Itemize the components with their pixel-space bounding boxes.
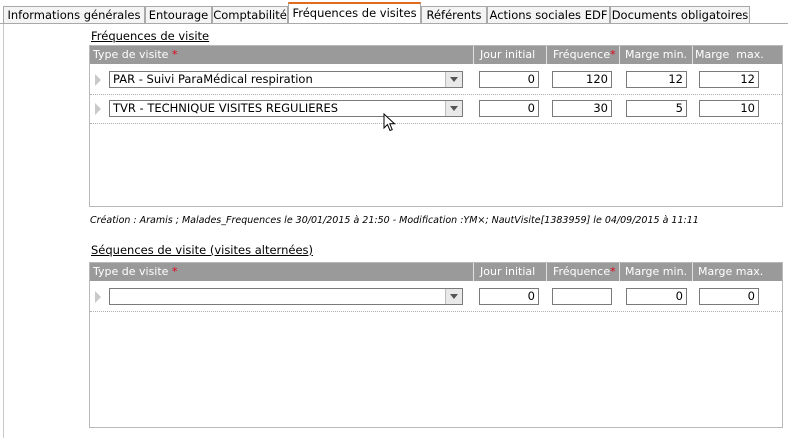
mouse-pointer-icon <box>383 113 396 132</box>
header-frequence: Fréquence* <box>553 263 616 281</box>
table-row: PAR - Suivi ParaMédical respiration 0 12… <box>90 66 782 95</box>
tab-comptabilite[interactable]: Comptabilité <box>212 6 288 23</box>
column-separator <box>619 46 620 64</box>
sequences-title: Séquences de visite (visites alternées) <box>91 243 314 257</box>
marge-max-input[interactable]: 12 <box>699 71 759 88</box>
visit-type-select[interactable] <box>109 288 463 305</box>
required-mark: * <box>171 48 178 61</box>
table-row: TVR - TECHNIQUE VISITES REGULIERES 0 30 … <box>90 95 782 124</box>
required-mark: * <box>610 265 616 278</box>
header-frequence: Fréquence* <box>553 46 616 64</box>
chevron-down-icon <box>450 106 458 111</box>
column-separator <box>546 46 547 64</box>
audit-info: Création : Aramis ; Malades_Frequences l… <box>90 215 699 226</box>
marge-max-input[interactable]: 0 <box>699 288 759 305</box>
header-type-de-visite: Type de visite * <box>93 46 177 64</box>
chevron-down-icon <box>450 77 458 82</box>
header-frequence-label: Fréquence <box>553 48 611 61</box>
header-type-label: Type de visite <box>93 48 169 61</box>
row-pointer-icon <box>95 103 101 115</box>
column-separator <box>546 263 547 281</box>
tab-underline <box>0 23 788 24</box>
frequence-input[interactable]: 120 <box>552 71 612 88</box>
header-marge-max: Marge max. <box>695 48 764 61</box>
header-jour-initial: Jour initial <box>480 48 536 61</box>
marge-max-input[interactable]: 10 <box>699 100 759 117</box>
row-pointer-icon <box>95 74 101 86</box>
header-marge-min: Marge min. <box>625 265 688 278</box>
frequence-input[interactable]: 30 <box>552 100 612 117</box>
sequences-grid: Type de visite * Jour initial Fréquence*… <box>89 262 783 428</box>
dropdown-button[interactable] <box>445 72 462 87</box>
sequences-grid-header: Type de visite * Jour initial Fréquence*… <box>90 263 782 281</box>
header-frequence-label: Fréquence <box>553 265 611 278</box>
column-separator <box>692 263 693 281</box>
tab-informations-generales[interactable]: Informations générales <box>3 6 145 23</box>
jour-initial-input[interactable]: 0 <box>479 288 539 305</box>
jour-initial-input[interactable]: 0 <box>479 71 539 88</box>
dropdown-button[interactable] <box>445 101 462 116</box>
frequences-grid-header: Type de visite * Jour initial Fréquence*… <box>90 46 782 64</box>
visit-type-value: TVR - TECHNIQUE VISITES REGULIERES <box>113 101 339 115</box>
header-jour-initial: Jour initial <box>480 265 536 278</box>
row-pointer-icon <box>95 291 101 303</box>
column-separator <box>619 263 620 281</box>
visit-type-select[interactable]: PAR - Suivi ParaMédical respiration <box>109 71 463 88</box>
tab-referents[interactable]: Référents <box>421 6 487 23</box>
header-type-de-visite: Type de visite * <box>93 263 177 281</box>
tab-documents-obligatoires[interactable]: Documents obligatoires <box>610 6 750 23</box>
table-row: 0 0 0 <box>90 283 782 312</box>
column-separator <box>473 46 474 64</box>
visit-type-select[interactable]: TVR - TECHNIQUE VISITES REGULIERES <box>109 100 463 117</box>
frequences-title: Fréquences de visite <box>91 29 210 43</box>
frequences-grid: Type de visite * Jour initial Fréquence*… <box>89 45 783 207</box>
tab-actions-sociales-edf[interactable]: Actions sociales EDF <box>487 6 610 23</box>
column-separator <box>692 46 693 64</box>
tab-frequences-de-visites[interactable]: Fréquences de visites <box>288 2 421 24</box>
frequence-input[interactable] <box>552 288 612 305</box>
column-separator <box>473 263 474 281</box>
tab-entourage[interactable]: Entourage <box>145 6 212 23</box>
marge-min-input[interactable]: 5 <box>626 100 687 117</box>
required-mark: * <box>610 48 616 61</box>
dropdown-button[interactable] <box>445 289 462 304</box>
header-marge-max: Marge max. <box>698 265 764 278</box>
tab-bar: Informations générales Entourage Comptab… <box>0 0 788 24</box>
header-type-label: Type de visite <box>93 265 169 278</box>
marge-min-input[interactable]: 0 <box>626 288 687 305</box>
required-mark: * <box>171 265 178 278</box>
jour-initial-input[interactable]: 0 <box>479 100 539 117</box>
chevron-down-icon <box>450 294 458 299</box>
visit-type-value: PAR - Suivi ParaMédical respiration <box>113 72 313 86</box>
header-marge-min: Marge min. <box>625 48 688 61</box>
marge-min-input[interactable]: 12 <box>626 71 687 88</box>
panel-left-border <box>3 24 4 438</box>
